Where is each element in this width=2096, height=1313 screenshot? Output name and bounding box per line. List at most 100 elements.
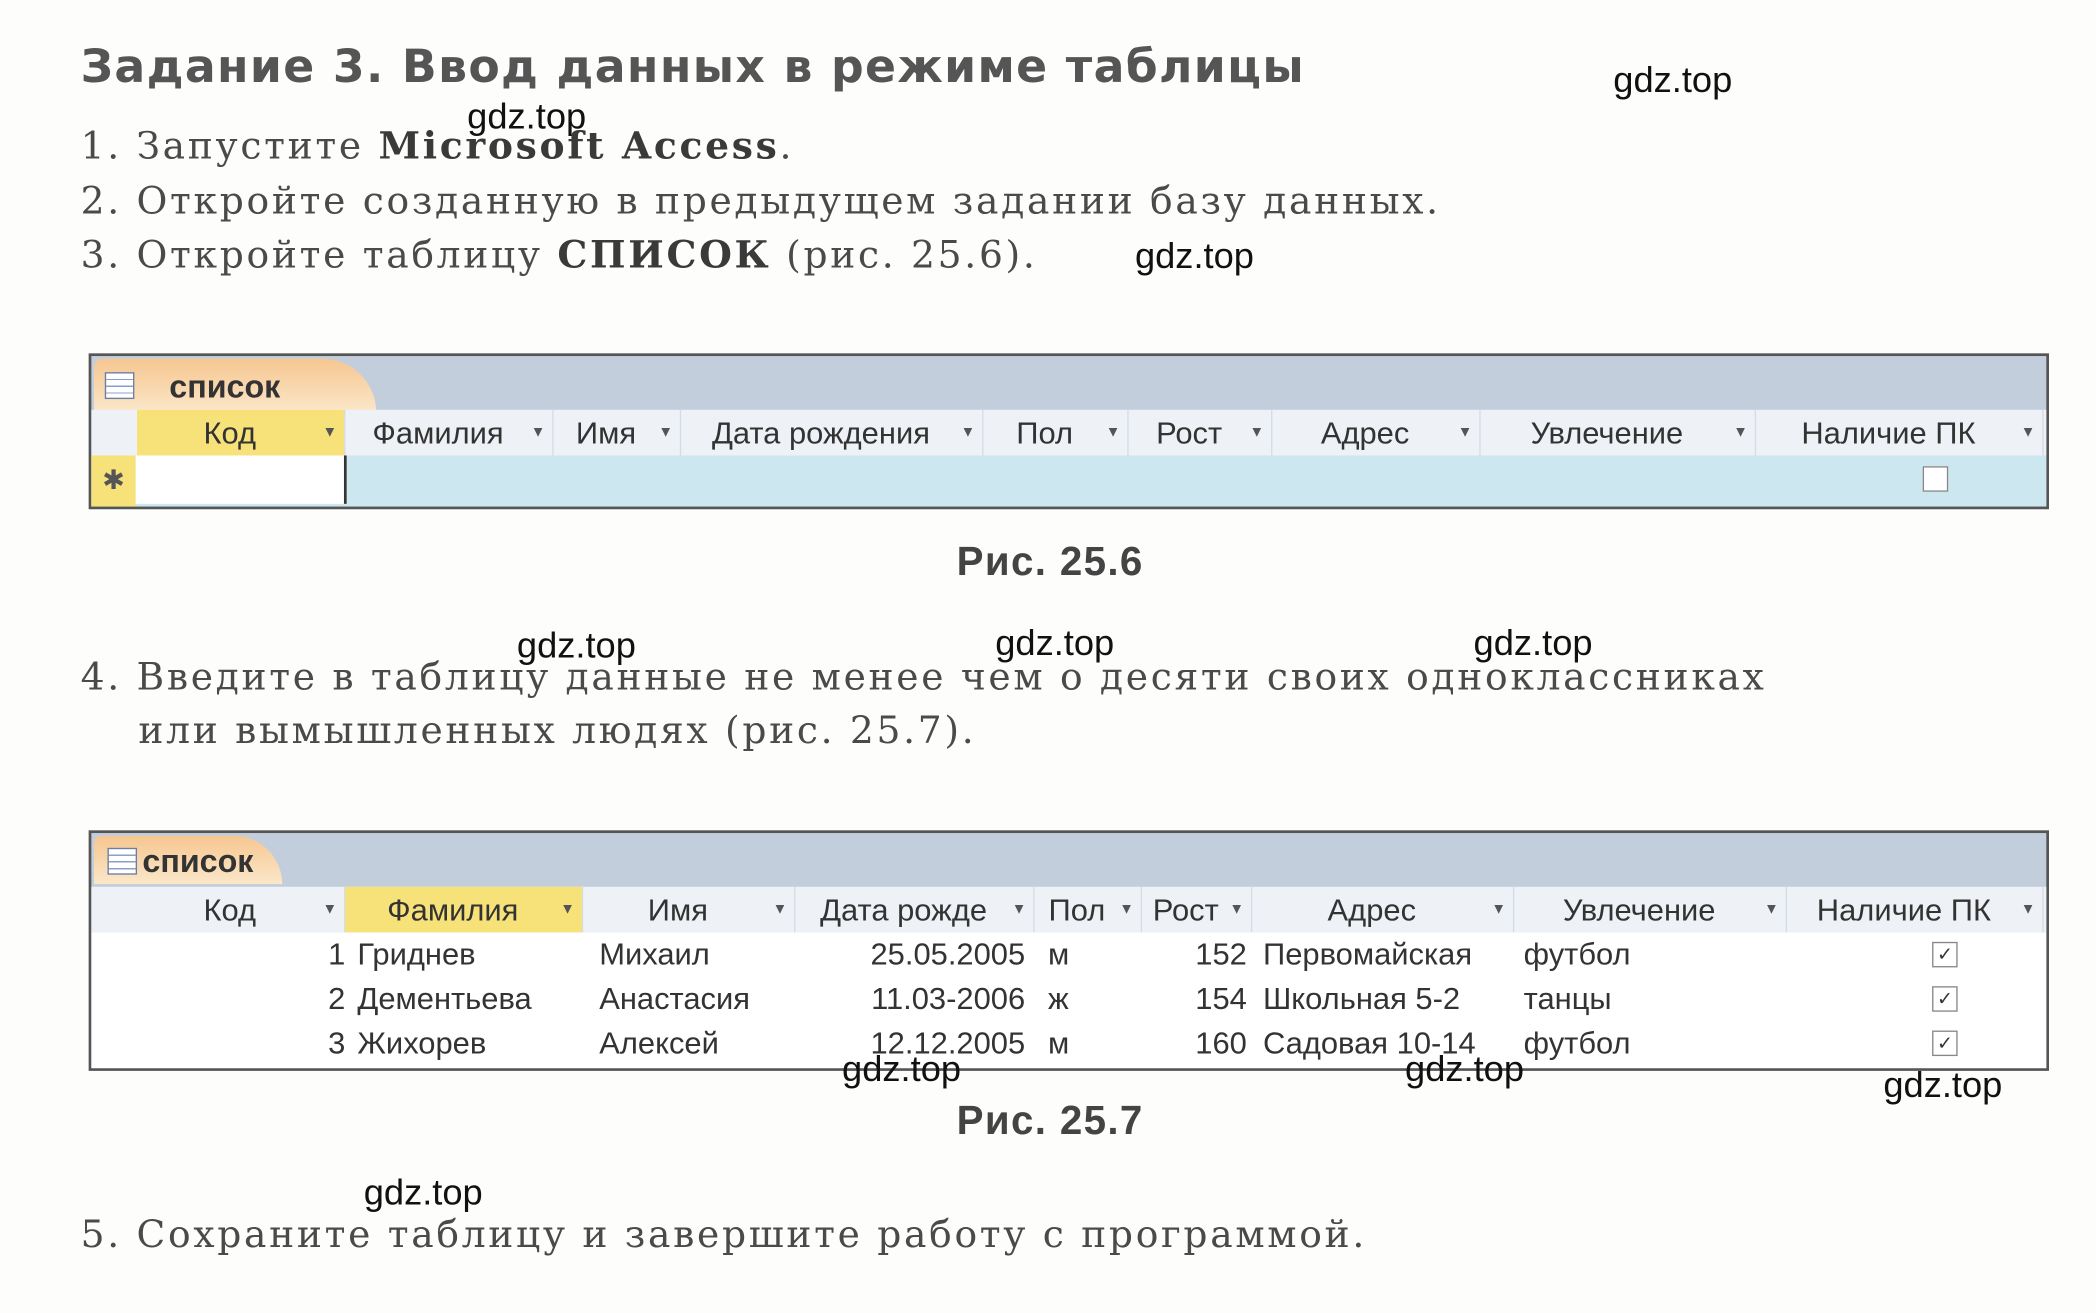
cell-rost: 160 — [1195, 1025, 1247, 1061]
step-1-dot: . — [779, 123, 795, 168]
table-tab[interactable]: список — [94, 358, 377, 413]
step-1-text: 1. Запустите — [80, 123, 379, 168]
cell-kod: 3 — [328, 1025, 346, 1061]
cell-rost: 152 — [1195, 936, 1247, 972]
cell-familiya: Дементьева — [357, 980, 532, 1016]
table-icon — [104, 372, 135, 400]
column-header-label: Дата рожде — [820, 891, 988, 927]
cell-adres: Первомайская — [1262, 936, 1473, 972]
cell-familiya: Жихорев — [357, 1025, 487, 1061]
dropdown-arrow-icon[interactable]: ▼ — [1491, 902, 1512, 918]
column-header-label: Рост — [1152, 891, 1219, 927]
column-header-2[interactable]: Фамилия ▼ — [345, 886, 584, 933]
column-header-3[interactable]: Имя ▼ — [583, 886, 796, 933]
column-header-4[interactable]: Дата рожде ▼ — [795, 886, 1035, 933]
header-row: Код ▼ Фамилия ▼ Имя ▼ Дата рождения ▼ Пол ▼ Рост ▼ А… — [91, 409, 2047, 456]
watermark: gdz.top — [1473, 622, 1593, 664]
dropdown-arrow-icon[interactable]: ▼ — [1012, 902, 1033, 918]
watermark: gdz.top — [516, 625, 636, 666]
column-header-label: Увлечение — [1530, 414, 1684, 450]
watermark: gdz.top — [1134, 235, 1254, 277]
dropdown-arrow-icon[interactable]: ▼ — [2021, 902, 2042, 918]
column-header-7[interactable]: Адрес ▼ — [1272, 409, 1481, 456]
new-record-marker: ✱ — [91, 455, 136, 507]
watermark: gdz.top — [1405, 1048, 1525, 1089]
data-rows: 1 Гриднев Михаил 25.05.2005 м 152 Первомайская… — [91, 932, 2047, 1069]
column-header-label: Код — [203, 891, 257, 927]
column-header-9[interactable]: Наличие ПК ▼ — [1756, 409, 2044, 456]
column-header-3[interactable]: Имя ▼ — [554, 409, 682, 456]
new-row[interactable]: ✱ — [91, 455, 2047, 507]
table-row[interactable]: 3 Жихорев Алексей 12.12.2005 м 160 Садовая 10-… — [91, 1021, 2046, 1065]
column-header-7[interactable]: Адрес ▼ — [1252, 886, 1515, 933]
step-3-tail: (рис. 25.6). — [771, 232, 1038, 277]
dropdown-arrow-icon[interactable]: ▼ — [322, 902, 343, 918]
pk-checkbox[interactable]: ✓ — [1932, 986, 1958, 1012]
step-3: 3. Откройте таблицу СПИСОК (рис. 25.6). — [81, 232, 1038, 276]
table-icon — [107, 847, 138, 875]
dropdown-arrow-icon[interactable]: ▼ — [773, 902, 794, 918]
cell-imya: Анастасия — [599, 980, 751, 1016]
column-header-1[interactable]: Код ▼ — [137, 409, 346, 456]
dropdown-arrow-icon[interactable]: ▼ — [1764, 902, 1785, 918]
column-header-9[interactable]: Наличие ПК ▼ — [1787, 886, 2044, 933]
cell-uvl: футбол — [1523, 936, 1631, 972]
dropdown-arrow-icon[interactable]: ▼ — [1250, 425, 1271, 441]
table-row[interactable]: 1 Гриднев Михаил 25.05.2005 м 152 Первомайская… — [91, 932, 2046, 976]
dropdown-arrow-icon[interactable]: ▼ — [2021, 425, 2042, 441]
column-header-2[interactable]: Фамилия ▼ — [345, 409, 554, 456]
table-fig-25-7: список Код ▼ Фамилия ▼ Имя ▼ Дата рожде ▼ Пол ▼ Ро… — [88, 830, 2049, 1071]
dropdown-arrow-icon[interactable]: ▼ — [1119, 902, 1140, 918]
kod-input[interactable] — [135, 455, 347, 504]
column-header-label: Наличие ПК — [1801, 414, 1976, 450]
watermark: gdz.top — [1883, 1064, 2003, 1106]
tab-label: список — [169, 369, 281, 406]
dropdown-arrow-icon[interactable]: ▼ — [1106, 425, 1127, 441]
column-header-8[interactable]: Увлечение ▼ — [1481, 409, 1757, 456]
watermark: gdz.top — [842, 1048, 962, 1089]
step-1: 1. Запустите Microsoft Access. — [81, 124, 794, 168]
fig-25-7-caption: Рис. 25.7 — [956, 1099, 1144, 1144]
header-row: Код ▼ Фамилия ▼ Имя ▼ Дата рожде ▼ Пол ▼ Рост ▼ Адре… — [91, 886, 2047, 933]
column-header-1[interactable]: Код ▼ — [137, 886, 346, 933]
fig-25-6-caption: Рис. 25.6 — [956, 540, 1144, 585]
column-header-label: Фамилия — [387, 891, 519, 927]
table-tab[interactable]: список — [94, 835, 283, 885]
cell-pol: м — [1048, 1025, 1070, 1061]
column-header-6[interactable]: Рост ▼ — [1142, 886, 1253, 933]
cell-familiya: Гриднев — [357, 936, 476, 972]
step-2: 2. Откройте созданную в предыдущем задан… — [80, 178, 1441, 224]
dropdown-arrow-icon[interactable]: ▼ — [531, 425, 552, 441]
column-header-label: Пол — [1048, 891, 1106, 927]
dropdown-arrow-icon[interactable]: ▼ — [1229, 902, 1250, 918]
pk-checkbox[interactable]: ✓ — [1932, 1030, 1958, 1057]
column-header-label: Адрес — [1327, 891, 1417, 927]
table-row[interactable]: 2 Дементьева Анастасия 11.03-2006 ж 154 Школьн… — [91, 977, 2046, 1021]
column-header-label: Рост — [1156, 414, 1223, 450]
column-header-5[interactable]: Пол ▼ — [1035, 886, 1143, 933]
column-header-4[interactable]: Дата рождения ▼ — [681, 409, 984, 456]
dropdown-arrow-icon[interactable]: ▼ — [1733, 425, 1754, 441]
cell-uvl: футбол — [1523, 1025, 1631, 1061]
dropdown-arrow-icon[interactable]: ▼ — [658, 425, 679, 441]
column-header-label: Дата рождения — [711, 414, 930, 450]
cell-imya: Алексей — [599, 1025, 719, 1061]
column-header-5[interactable]: Пол ▼ — [984, 409, 1129, 456]
dropdown-arrow-icon[interactable]: ▼ — [322, 425, 343, 441]
cell-data: 25.05.2005 — [870, 936, 1026, 972]
dropdown-arrow-icon[interactable]: ▼ — [1458, 425, 1479, 441]
step-3-bold: СПИСОК — [557, 232, 772, 277]
column-header-label: Увлечение — [1562, 891, 1716, 927]
pk-checkbox[interactable]: ✓ — [1932, 941, 1958, 968]
dropdown-arrow-icon[interactable]: ▼ — [961, 425, 982, 441]
page-title: Задание 3. Ввод данных в режиме таблицы — [80, 40, 1305, 95]
cell-rost: 154 — [1195, 980, 1247, 1016]
column-header-8[interactable]: Увлечение ▼ — [1514, 886, 1787, 933]
column-header-label: Имя — [575, 414, 637, 450]
column-header-label: Имя — [647, 891, 708, 927]
column-header-6[interactable]: Рост ▼ — [1129, 409, 1273, 456]
cell-imya: Михаил — [599, 936, 710, 972]
dropdown-arrow-icon[interactable]: ▼ — [560, 902, 581, 918]
pk-checkbox[interactable] — [1922, 466, 1949, 492]
watermark: gdz.top — [363, 1172, 483, 1213]
